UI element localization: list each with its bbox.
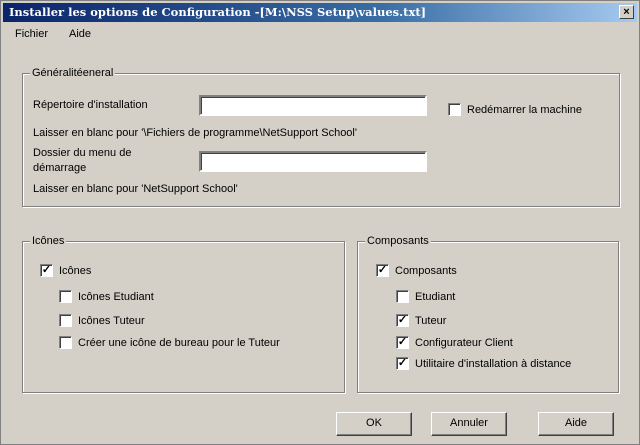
restart-label: Redémarrer la machine — [467, 103, 582, 116]
ok-button[interactable]: OK — [336, 412, 412, 436]
tutor-desktop-icon-label: Créer une icône de bureau pour le Tuteur — [78, 336, 280, 349]
icons-checkbox[interactable]: ✓ Icônes — [40, 264, 91, 277]
start-menu-label-line1: Dossier du menu de — [33, 147, 132, 159]
tutor-icons-label: Icônes Tuteur — [78, 314, 145, 327]
title-bar: Installer les options de Configuration -… — [3, 3, 637, 22]
window-title: Installer les options de Configuration -… — [9, 5, 427, 19]
icons-group-legend: Icônes — [30, 235, 67, 247]
menu-bar: Fichier Aide — [3, 23, 637, 45]
student-icons-checkbox[interactable]: Icônes Etudiant — [59, 290, 154, 303]
install-dir-hint: Laisser en blanc pour '\Fichiers de prog… — [33, 127, 357, 139]
install-dir-label: Répertoire d'installation — [33, 99, 148, 111]
tutor-icons-checkbox[interactable]: Icônes Tuteur — [59, 314, 145, 327]
general-group: Généralitéeneral Répertoire d'installati… — [22, 67, 620, 207]
remote-install-checkbox-box[interactable]: ✓ — [396, 357, 409, 370]
menu-file[interactable]: Fichier — [15, 23, 48, 45]
student-icons-checkbox-box[interactable] — [59, 290, 72, 303]
help-button[interactable]: Aide — [538, 412, 614, 436]
tutor-component-label: Tuteur — [415, 314, 447, 327]
client-configurator-checkbox[interactable]: ✓ Configurateur Client — [396, 336, 513, 349]
components-checkbox-box[interactable]: ✓ — [376, 264, 389, 277]
student-component-checkbox[interactable]: Etudiant — [396, 290, 455, 303]
client-configurator-label: Configurateur Client — [415, 336, 513, 349]
restart-checkbox[interactable]: Redémarrer la machine — [448, 103, 582, 116]
components-checkbox-label: Composants — [395, 264, 457, 277]
config-options-dialog: Installer les options de Configuration -… — [0, 0, 640, 445]
tutor-component-checkbox[interactable]: ✓ Tuteur — [396, 314, 446, 327]
icons-checkbox-box[interactable]: ✓ — [40, 264, 53, 277]
components-checkbox[interactable]: ✓ Composants — [376, 264, 457, 277]
close-icon: × — [623, 6, 630, 18]
remote-install-label: Utilitaire d'installation à distance — [415, 357, 572, 370]
student-component-checkbox-box[interactable] — [396, 290, 409, 303]
menu-help[interactable]: Aide — [69, 23, 91, 45]
general-group-legend: Généralitéeneral — [30, 67, 116, 79]
student-icons-label: Icônes Etudiant — [78, 290, 154, 303]
components-group-legend: Composants — [365, 235, 431, 247]
client-configurator-checkbox-box[interactable]: ✓ — [396, 336, 409, 349]
remote-install-checkbox[interactable]: ✓ Utilitaire d'installation à distance — [396, 357, 571, 370]
start-menu-label-line2: démarrage — [33, 162, 87, 174]
tutor-component-checkbox-box[interactable]: ✓ — [396, 314, 409, 327]
icons-checkbox-label: Icônes — [59, 264, 92, 277]
start-menu-input[interactable] — [199, 151, 427, 172]
tutor-desktop-icon-checkbox-box[interactable] — [59, 336, 72, 349]
cancel-button[interactable]: Annuler — [431, 412, 507, 436]
install-dir-input[interactable] — [199, 95, 427, 116]
start-menu-hint: Laisser en blanc pour 'NetSupport School… — [33, 183, 238, 195]
tutor-icons-checkbox-box[interactable] — [59, 314, 72, 327]
close-button[interactable]: × — [619, 5, 634, 19]
tutor-desktop-icon-checkbox[interactable]: Créer une icône de bureau pour le Tuteur — [59, 336, 280, 349]
restart-checkbox-box[interactable] — [448, 103, 461, 116]
icons-group: Icônes ✓ Icônes Icônes Etudiant Icônes T… — [22, 235, 345, 393]
components-group: Composants ✓ Composants Etudiant ✓ Tuteu… — [357, 235, 619, 393]
student-component-label: Etudiant — [415, 290, 456, 303]
